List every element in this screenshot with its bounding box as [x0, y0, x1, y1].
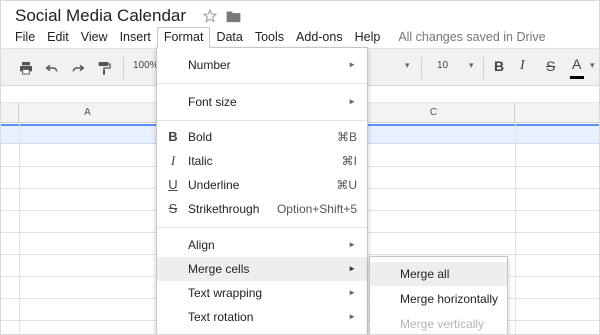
menu-format[interactable]: Format — [156, 26, 211, 48]
text-color-dropdown-icon[interactable]: ▾ — [590, 60, 595, 71]
font-size-dropdown-arrow-icon[interactable]: ▾ — [469, 60, 474, 71]
menu-tools[interactable]: Tools — [249, 27, 290, 47]
menu-item-shortcut: ⌘I — [341, 154, 357, 168]
menu-item-label: Merge cells — [188, 262, 250, 276]
print-icon[interactable] — [18, 60, 34, 76]
strikethrough-icon[interactable]: S — [546, 58, 555, 74]
underline-icon: U — [168, 177, 178, 192]
font-size-select[interactable]: 10 — [437, 60, 448, 71]
menu-separator — [157, 120, 367, 121]
menu-add-ons[interactable]: Add-ons — [290, 27, 349, 47]
menu-item-bold[interactable]: B Bold ⌘B — [157, 125, 367, 149]
zoom-select[interactable]: 100% — [133, 60, 159, 71]
menu-data[interactable]: Data — [210, 27, 248, 47]
menu-item-label: Text rotation — [188, 310, 254, 324]
redo-icon[interactable] — [70, 60, 86, 76]
toolbar-separator — [123, 57, 124, 79]
menu-view[interactable]: View — [75, 27, 114, 47]
menu-item-align[interactable]: Align ► — [157, 233, 367, 257]
menu-item-text-wrapping[interactable]: Text wrapping ► — [157, 281, 367, 305]
undo-icon[interactable] — [44, 60, 60, 76]
menu-item-label: Underline — [188, 178, 240, 192]
menu-item-font-size[interactable]: Font size ► — [157, 90, 367, 114]
corner-header[interactable] — [1, 103, 19, 123]
menu-item-label: Font size — [188, 95, 237, 109]
merge-horizontally-item[interactable]: Merge horizontally — [370, 287, 507, 311]
menu-item-label: Align — [188, 238, 215, 252]
menu-item-shortcut: Option+Shift+5 — [276, 202, 357, 216]
bold-icon[interactable]: B — [494, 58, 504, 74]
star-icon[interactable] — [202, 8, 218, 24]
menu-item-shortcut: ⌘B — [336, 130, 357, 144]
column-header-a[interactable]: A — [19, 103, 157, 123]
menu-item-label: Italic — [188, 154, 213, 168]
submenu-arrow-icon: ► — [348, 60, 356, 69]
paint-format-icon[interactable] — [96, 60, 112, 76]
merge-all-item[interactable]: Merge all — [370, 262, 507, 286]
save-status: All changes saved in Drive — [398, 30, 546, 44]
menu-edit[interactable]: Edit — [41, 27, 75, 47]
menu-insert[interactable]: Insert — [114, 27, 157, 47]
column-header-c[interactable]: C — [353, 103, 515, 123]
menu-help[interactable]: Help — [349, 27, 387, 47]
toolbar-separator — [483, 57, 484, 79]
menu-item-shortcut: ⌘U — [336, 178, 357, 192]
menu-item-strikethrough[interactable]: S Strikethrough Option+Shift+5 — [157, 197, 367, 221]
app-window: Social Media Calendar File Edit View Ins… — [0, 0, 600, 335]
submenu-arrow-icon: ► — [348, 264, 356, 273]
format-menu: Number ► Font size ► B Bold ⌘B I Italic … — [156, 47, 368, 334]
merge-vertically-item: Merge vertically — [400, 317, 485, 331]
submenu-arrow-icon: ► — [348, 240, 356, 249]
menu-item-number[interactable]: Number ► — [157, 53, 367, 77]
toolbar-separator — [421, 57, 422, 79]
document-title[interactable]: Social Media Calendar — [15, 6, 186, 26]
bold-icon: B — [168, 129, 178, 144]
italic-icon[interactable]: I — [520, 58, 525, 74]
strikethrough-icon: S — [168, 201, 178, 216]
text-color-swatch — [570, 76, 584, 79]
menu-separator — [157, 83, 367, 84]
merge-cells-submenu: Merge all Merge horizontally Merge verti… — [369, 256, 508, 334]
menu-item-label: Strikethrough — [188, 202, 260, 216]
menu-item-label: Text wrapping — [188, 286, 263, 300]
menu-item-text-rotation[interactable]: Text rotation ► — [157, 305, 367, 329]
submenu-arrow-icon: ► — [348, 97, 356, 106]
menu-bar: File Edit View Insert Format Data Tools … — [9, 26, 546, 48]
submenu-arrow-icon: ► — [348, 288, 356, 297]
menu-item-label: Number — [188, 58, 231, 72]
menu-separator — [157, 227, 367, 228]
grid-col-line — [19, 123, 20, 334]
font-dropdown-arrow-icon[interactable]: ▾ — [405, 60, 410, 71]
grid-col-line — [515, 123, 516, 334]
submenu-arrow-icon: ► — [348, 312, 356, 321]
italic-icon: I — [170, 153, 176, 168]
folder-icon[interactable] — [226, 10, 241, 23]
column-header-d[interactable] — [515, 103, 599, 123]
menu-item-italic[interactable]: I Italic ⌘I — [157, 149, 367, 173]
title-row: Social Media Calendar — [15, 5, 241, 27]
menu-file[interactable]: File — [9, 27, 41, 47]
text-color-icon[interactable]: A — [572, 56, 581, 72]
menu-item-underline[interactable]: U Underline ⌘U — [157, 173, 367, 197]
menu-item-label: Bold — [188, 130, 213, 144]
menu-item-merge-cells[interactable]: Merge cells ► — [157, 257, 367, 281]
